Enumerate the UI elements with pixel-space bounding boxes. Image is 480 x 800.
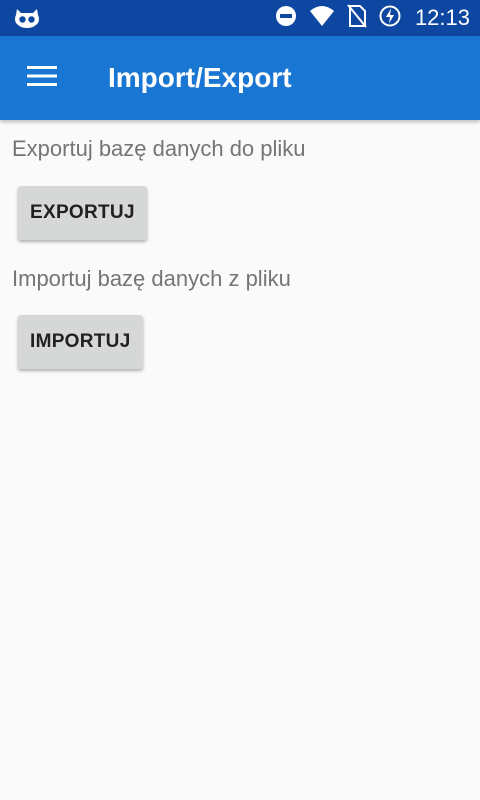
do-not-disturb-icon (275, 5, 297, 32)
wifi-icon (309, 5, 335, 32)
export-button[interactable]: EXPORTUJ (18, 186, 147, 240)
battery-charging-icon (379, 5, 401, 32)
no-sim-icon (347, 3, 367, 33)
import-label: Importuj bazę danych z pliku (12, 266, 291, 291)
status-icons: 12:13 (275, 0, 470, 36)
status-time: 12:13 (414, 5, 470, 30)
menu-button[interactable] (14, 56, 70, 100)
app-bar: Import/Export (0, 36, 480, 120)
page-title: Import/Export (108, 62, 292, 93)
import-button[interactable]: IMPORTUJ (18, 315, 143, 369)
export-label: Exportuj bazę danych do pliku (12, 136, 306, 161)
hamburger-menu-icon (27, 65, 57, 92)
status-bar: 12:13 (0, 0, 480, 36)
app-notification-icon (14, 7, 40, 29)
